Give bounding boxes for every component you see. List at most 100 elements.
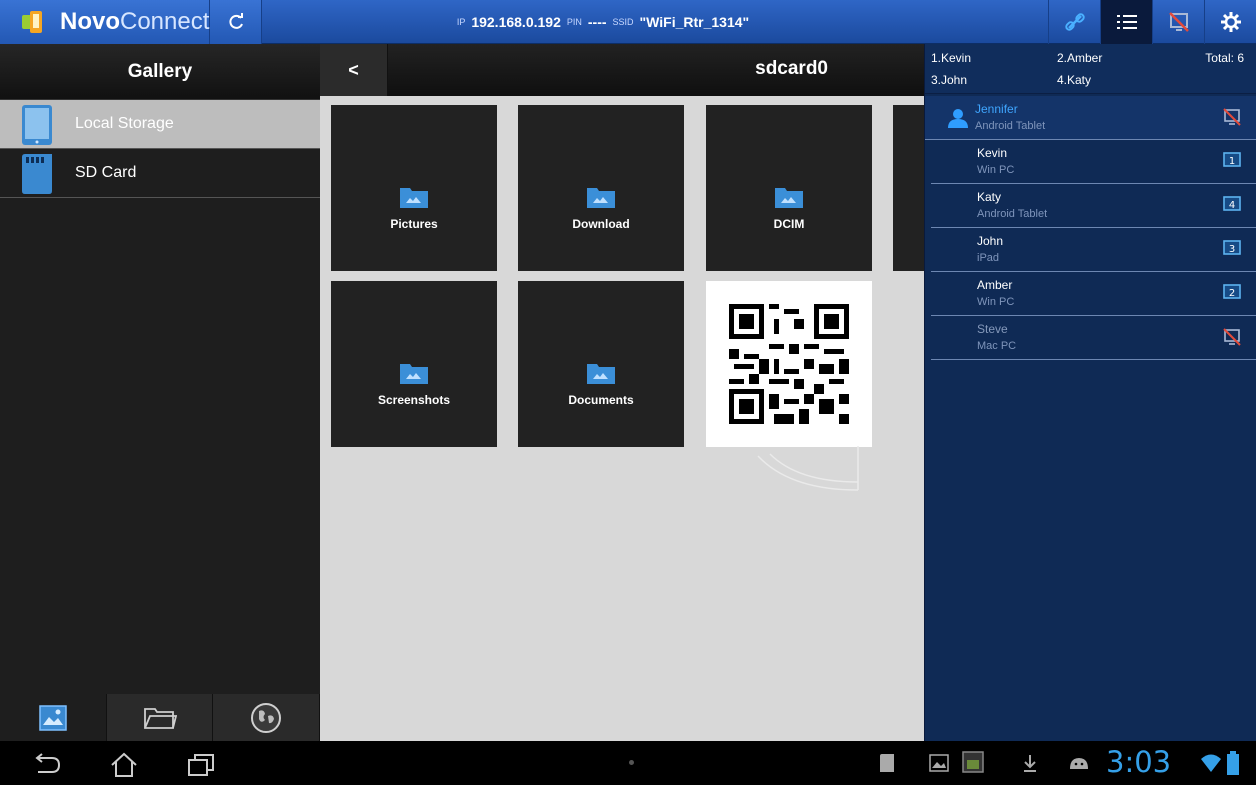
screenshot-notification-icon [962, 751, 984, 773]
folder-tile[interactable]: Documents [518, 281, 684, 447]
download-notification-icon [1024, 755, 1036, 772]
sidebar-title: Gallery [0, 44, 320, 100]
projection-off-icon[interactable] [1223, 328, 1241, 346]
queue-entry: 1.Kevin [931, 51, 972, 65]
participant-name: John [977, 234, 1004, 248]
list-icon [1116, 15, 1137, 29]
folder-tile[interactable]: Pictures [331, 105, 497, 271]
pin-value: ---- [587, 14, 607, 30]
sidebar-item-local-storage[interactable]: Local Storage [0, 100, 320, 149]
presenter-queue: 1.Kevin 2.Amber 3.John 4.Katy Total: 6 [925, 44, 1256, 94]
participant-name: Amber [977, 278, 1013, 292]
svg-text:1: 1 [1229, 156, 1235, 167]
participant-row[interactable]: Steve Mac PC [931, 316, 1256, 360]
folder-tile[interactable]: DCIM [706, 105, 872, 271]
sd-card-status-icon [880, 754, 894, 772]
svg-text:3: 3 [1229, 244, 1235, 255]
folder-tab-icon [143, 707, 177, 729]
user-avatar-icon [948, 109, 968, 128]
sidebar-bottom-tabs [0, 694, 321, 741]
queue-total: Total: 6 [1205, 51, 1244, 65]
participants-panel: 1.Kevin 2.Amber 3.John 4.Katy Total: 6 J… [924, 44, 1256, 741]
connection-info: IP 192.168.0.192 PIN ---- SSID "WiFi_Rtr… [262, 0, 944, 44]
novoconnect-logo-icon [22, 11, 42, 33]
folder-tile[interactable]: Screenshots [331, 281, 497, 447]
qr-code-image-tile[interactable] [706, 281, 872, 447]
refresh-button[interactable] [210, 0, 262, 44]
home-nav-icon[interactable] [108, 752, 140, 778]
folder-label: Download [572, 217, 630, 231]
ssid-value: "WiFi_Rtr_1314" [639, 14, 750, 30]
queue-entry: 3.John [931, 73, 968, 87]
folder-icon [400, 188, 428, 208]
link-button[interactable] [1048, 0, 1100, 44]
battery-icon [1227, 751, 1239, 775]
participant-row[interactable]: John iPad 3 [931, 228, 1256, 272]
participant-device: iPad [977, 252, 1000, 264]
participant-name: Steve [977, 322, 1008, 336]
ip-value: 192.168.0.192 [471, 14, 561, 30]
gallery-sidebar: Gallery Local Storage SD Card [0, 44, 321, 741]
folder-tile[interactable]: Download [518, 105, 684, 271]
tab-gallery[interactable] [0, 694, 107, 741]
participant-name: Katy [977, 190, 1002, 204]
sidebar-item-sd-card[interactable]: SD Card [0, 149, 320, 198]
globe-icon [251, 702, 282, 733]
list-button[interactable] [1100, 0, 1152, 44]
svg-text:4: 4 [1229, 200, 1235, 211]
queue-position-1-icon[interactable]: 1 [1223, 152, 1241, 170]
app-title: NovoConnect [60, 8, 210, 35]
system-clock: 3:03 [1106, 745, 1172, 779]
participant-device: Win PC [977, 296, 1015, 308]
participant-device: Mac PC [977, 340, 1017, 352]
back-button[interactable]: < [320, 44, 388, 96]
ip-label: IP [456, 17, 466, 27]
file-browser-header: < sdcard0 [320, 44, 924, 96]
gallery-tab-icon [39, 704, 67, 731]
app-logo-area: NovoConnect [0, 0, 210, 44]
queue-position-4-icon[interactable]: 4 [1223, 196, 1241, 214]
participant-name: Jennifer [975, 102, 1018, 116]
ssid-label: SSID [612, 17, 634, 27]
tablet-icon [22, 105, 52, 145]
folder-tile-partial[interactable] [893, 105, 924, 271]
wifi-signal-icon [1201, 754, 1221, 772]
folder-label: Documents [568, 393, 634, 407]
system-navigation-bar: 3:03 [0, 741, 1256, 785]
current-path: sdcard0 [755, 58, 828, 79]
folder-icon [775, 188, 803, 208]
queue-entry: 4.Katy [1057, 73, 1092, 87]
folder-icon [587, 364, 615, 384]
participant-row[interactable]: Jennifer Android Tablet [925, 96, 1256, 140]
android-debug-icon [1070, 758, 1088, 769]
folder-label: DCIM [773, 217, 805, 231]
participant-row[interactable]: Kevin Win PC 1 [931, 140, 1256, 184]
projection-toggle-button[interactable] [1152, 0, 1204, 44]
refresh-icon [228, 13, 243, 29]
queue-position-3-icon[interactable]: 3 [1223, 240, 1241, 258]
participant-device: Win PC [977, 164, 1015, 176]
link-icon [1064, 13, 1085, 31]
image-notification-icon [929, 754, 949, 772]
toolbar-actions [944, 0, 1256, 44]
top-bar: NovoConnect IP 192.168.0.192 PIN ---- SS… [0, 0, 1256, 44]
queue-entry: 2.Amber [1057, 51, 1103, 65]
participant-list: Jennifer Android Tablet Kevin Win PC 1 K… [925, 96, 1256, 360]
settings-icon [1220, 12, 1241, 32]
projection-off-icon[interactable] [1223, 108, 1241, 126]
file-browser: < sdcard0 Pictures Download DCIM Screens… [320, 44, 924, 741]
folder-label: Pictures [390, 217, 438, 231]
folder-icon [400, 364, 428, 384]
participant-device: Android Tablet [977, 208, 1048, 220]
recent-apps-icon[interactable] [186, 752, 216, 778]
pin-label: PIN [566, 17, 582, 27]
back-nav-icon[interactable] [30, 752, 62, 776]
tab-web[interactable] [213, 694, 321, 741]
page-indicator-dot [629, 760, 634, 765]
watermark-shape [757, 446, 859, 491]
settings-button[interactable] [1204, 0, 1256, 44]
participant-row[interactable]: Amber Win PC 2 [931, 272, 1256, 316]
queue-position-2-icon[interactable]: 2 [1223, 284, 1241, 302]
participant-row[interactable]: Katy Android Tablet 4 [931, 184, 1256, 228]
tab-folders[interactable] [106, 694, 214, 741]
